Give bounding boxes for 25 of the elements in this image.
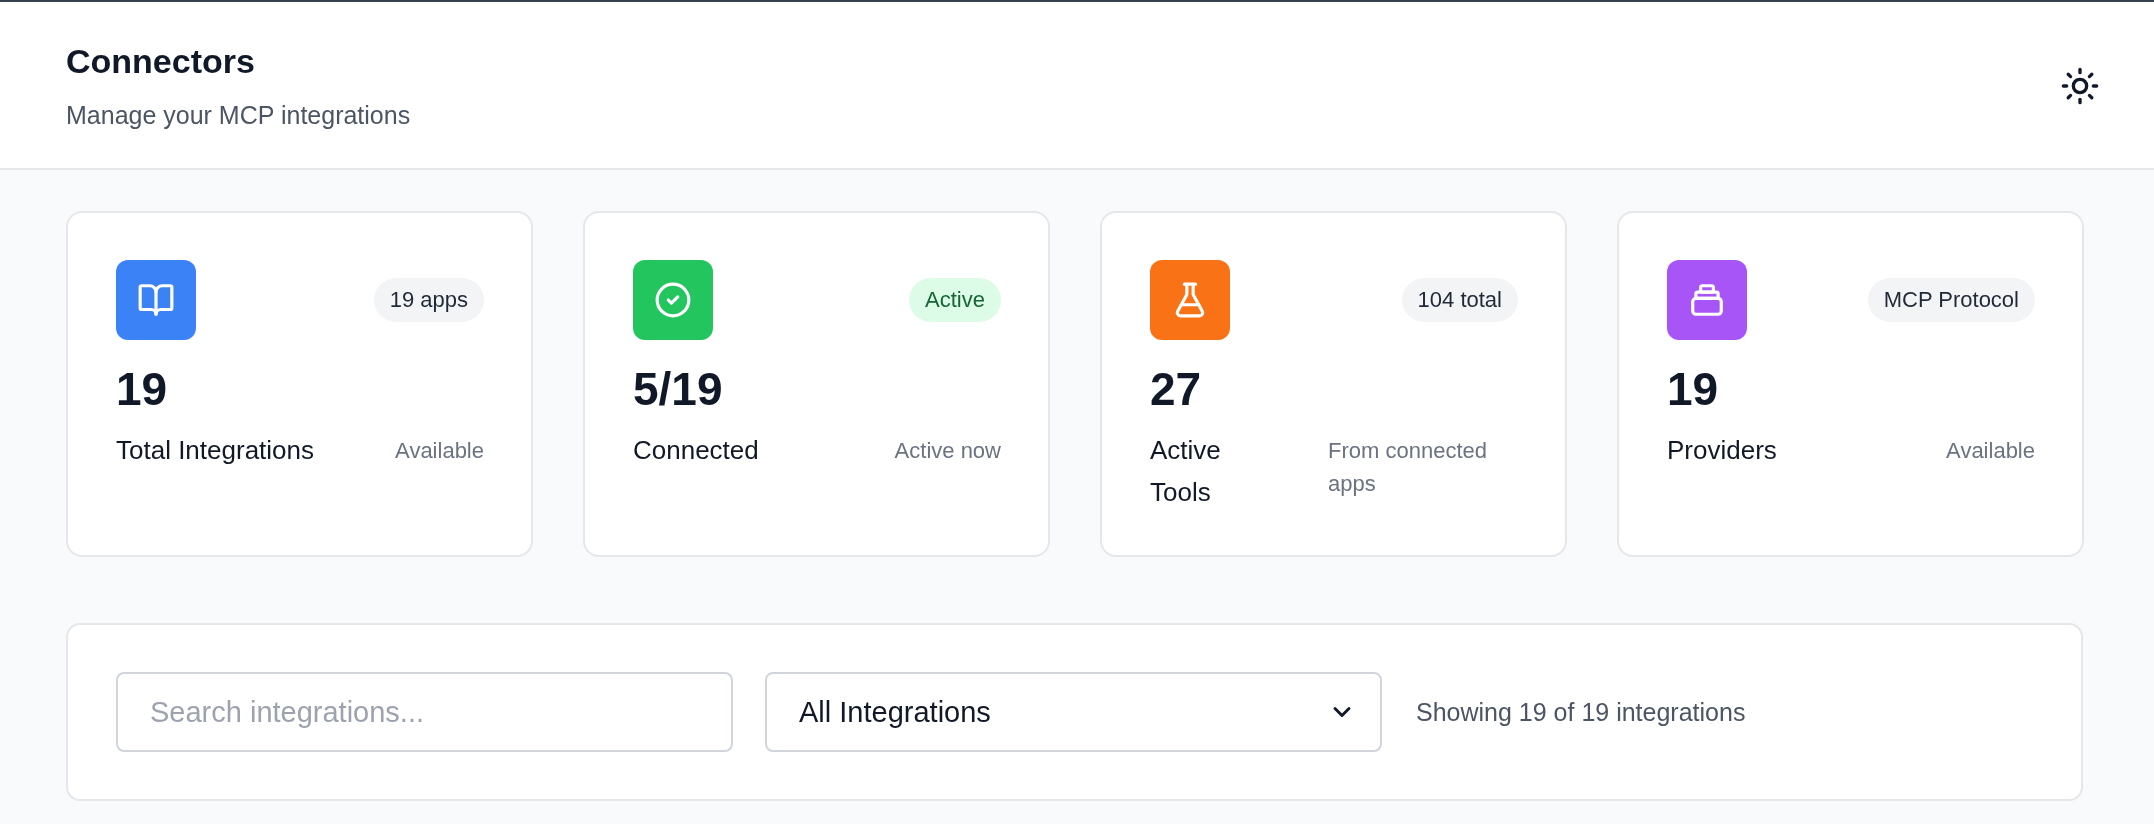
sun-icon <box>2060 66 2100 106</box>
status-badge: 19 apps <box>373 278 484 322</box>
stat-note: Available <box>1946 437 2035 465</box>
status-badge: 104 total <box>1401 278 1518 322</box>
status-badge: MCP Protocol <box>1867 278 2035 322</box>
stat-value: 5/19 <box>633 362 724 416</box>
book-icon <box>137 281 175 319</box>
stat-label: Active Tools <box>1150 434 1222 509</box>
stat-label: Providers <box>1667 434 1777 467</box>
page-subtitle: Manage your MCP integrations <box>66 101 411 130</box>
stat-note: Active now <box>894 437 1001 465</box>
stat-note: Available <box>395 437 484 465</box>
check-circle-icon <box>654 281 692 319</box>
stat-label: Connected <box>633 434 759 467</box>
stack-icon <box>1688 281 1726 319</box>
category-dropdown[interactable]: All Integrations <box>765 672 1382 752</box>
stat-note: From connected apps <box>1328 437 1488 498</box>
stat-label: Total Integrations <box>116 434 314 467</box>
results-count: Showing 19 of 19 integrations <box>1416 697 1746 727</box>
page-title: Connectors <box>66 42 256 81</box>
search-field[interactable]: Search integrations... <box>116 672 733 752</box>
stat-value: 19 <box>116 362 169 416</box>
stat-value: 19 <box>1667 362 1720 416</box>
status-badge: Active <box>909 278 1001 322</box>
stat-value: 27 <box>1150 362 1203 416</box>
